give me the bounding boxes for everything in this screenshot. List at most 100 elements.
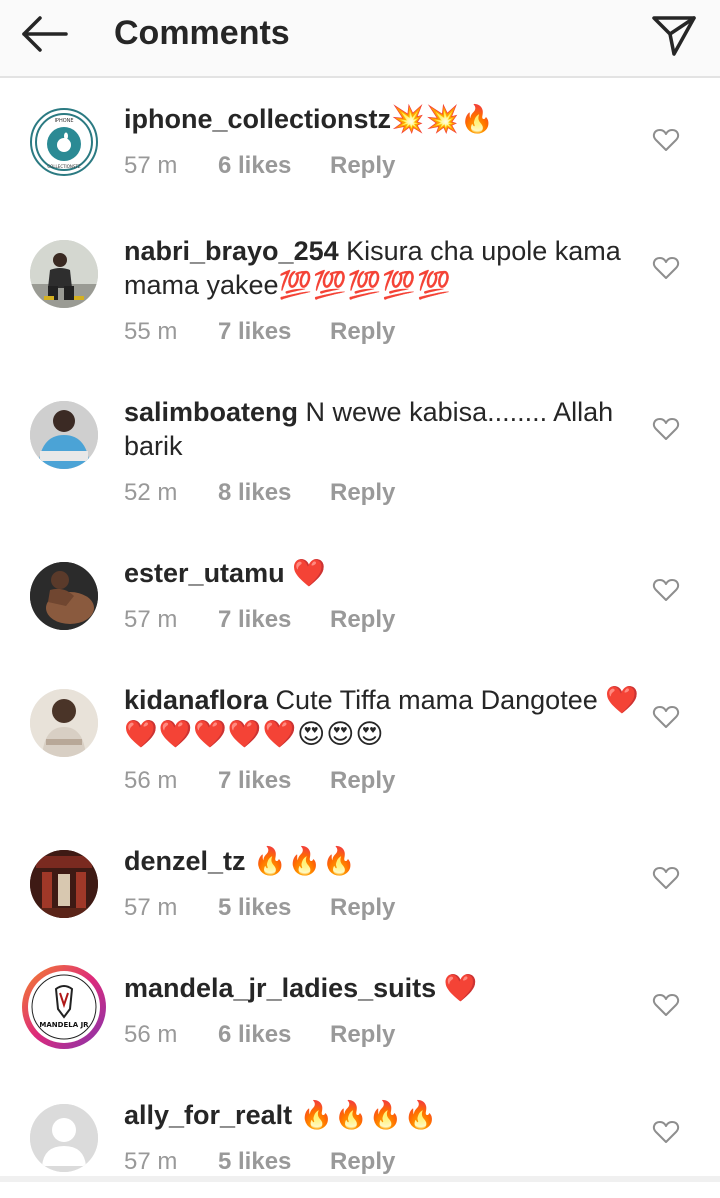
comment-username[interactable]: mandela_jr_ladies_suits: [124, 973, 436, 1003]
reply-button[interactable]: Reply: [330, 894, 395, 922]
comment-item: kidanaflora Cute Tiffa mama Dangotee ❤️❤…: [0, 661, 720, 822]
comment-username[interactable]: ester_utamu: [124, 558, 285, 588]
reply-button[interactable]: Reply: [330, 606, 395, 634]
comment-text: [285, 558, 293, 588]
heart-icon: [652, 706, 680, 728]
comment-content: denzel_tz 🔥🔥🔥 57 m 5 likes Reply: [124, 844, 644, 922]
heart-icon: [652, 129, 680, 151]
comment-likes[interactable]: 6 likes: [218, 1021, 330, 1049]
heart-icon: [652, 257, 680, 279]
like-button[interactable]: [652, 864, 680, 892]
comment-item: ester_utamu ❤️ 57 m 7 likes Reply: [0, 534, 720, 661]
comment-likes[interactable]: 6 likes: [218, 152, 330, 180]
comment-likes[interactable]: 5 likes: [218, 894, 330, 922]
comment-emoji: ❤️: [292, 558, 327, 588]
comment-content: salimboateng N wewe kabisa........ Allah…: [124, 395, 644, 507]
reply-button[interactable]: Reply: [330, 767, 395, 795]
comment-likes[interactable]: 5 likes: [218, 1148, 330, 1176]
reply-button[interactable]: Reply: [330, 152, 395, 180]
reply-button[interactable]: Reply: [330, 479, 395, 507]
comment-username[interactable]: ally_for_realt: [124, 1100, 292, 1130]
comment-username[interactable]: salimboateng: [124, 397, 298, 427]
comment-content: mandela_jr_ladies_suits ❤️ 56 m 6 likes …: [124, 971, 644, 1049]
share-button[interactable]: [648, 8, 700, 60]
like-button[interactable]: [652, 126, 680, 154]
comment-meta: 52 m 8 likes Reply: [124, 479, 644, 507]
comment-emoji: 🔥🔥🔥: [253, 846, 357, 876]
heart-icon: [652, 579, 680, 601]
comment-username[interactable]: iphone_collectionstz: [124, 104, 391, 134]
like-button[interactable]: [652, 703, 680, 731]
avatar[interactable]: IPHONE COLLECTIONSTZ: [30, 108, 98, 176]
comment-emoji: ❤️: [443, 973, 479, 1003]
comment-time: 57 m: [124, 1148, 178, 1175]
page-title: Comments: [114, 14, 290, 52]
comment-likes[interactable]: 7 likes: [218, 318, 330, 346]
user-placeholder-icon: [30, 1104, 98, 1172]
avatar[interactable]: [30, 401, 98, 469]
heart-icon: [652, 867, 680, 889]
comment-item: nabri_brayo_254 Kisura cha upole kama ma…: [0, 212, 720, 373]
comment-meta: 57 m 5 likes Reply: [124, 1148, 644, 1176]
comment-meta: 57 m 7 likes Reply: [124, 606, 644, 634]
svg-text:COLLECTIONSTZ: COLLECTIONSTZ: [47, 164, 80, 169]
comment-likes[interactable]: 7 likes: [218, 606, 330, 634]
arrow-left-icon: [22, 16, 68, 52]
comment-content: nabri_brayo_254 Kisura cha upole kama ma…: [124, 234, 644, 346]
bottom-divider: [0, 1176, 720, 1182]
comments-list: IPHONE COLLECTIONSTZ iphone_collectionst…: [0, 80, 720, 1198]
default-avatar[interactable]: [30, 1104, 98, 1172]
comment-meta: 56 m 7 likes Reply: [124, 767, 644, 795]
comment-item: salimboateng N wewe kabisa........ Allah…: [0, 373, 720, 534]
comment-meta: 57 m 5 likes Reply: [124, 894, 644, 922]
heart-icon: [652, 994, 680, 1016]
comment-item: denzel_tz 🔥🔥🔥 57 m 5 likes Reply: [0, 822, 720, 949]
back-button[interactable]: [18, 10, 74, 58]
app-header: Comments: [0, 0, 720, 78]
heart-icon: [652, 1121, 680, 1143]
comment-time: 57 m: [124, 894, 178, 921]
avatar-logo-text: MANDELA JR: [39, 1021, 89, 1029]
comment-content: kidanaflora Cute Tiffa mama Dangotee ❤️❤…: [124, 683, 644, 795]
comment-content: ally_for_realt 🔥🔥🔥🔥 57 m 5 likes Reply: [124, 1098, 644, 1176]
comment-content: ester_utamu ❤️ 57 m 7 likes Reply: [124, 556, 644, 634]
comment-likes[interactable]: 8 likes: [218, 479, 330, 507]
comment-emoji: 💯💯💯💯💯: [278, 270, 452, 300]
comment-likes[interactable]: 7 likes: [218, 767, 330, 795]
comment-content: iphone_collectionstz💥💥🔥 57 m 6 likes Rep…: [124, 102, 644, 180]
story-avatar[interactable]: MANDELA JR: [22, 965, 106, 1049]
comment-time: 52 m: [124, 479, 178, 506]
like-button[interactable]: [652, 576, 680, 604]
comment-text: [436, 973, 444, 1003]
like-button[interactable]: [652, 254, 680, 282]
comment-meta: 55 m 7 likes Reply: [124, 318, 644, 346]
comment-emoji: 🔥🔥🔥🔥: [299, 1100, 439, 1130]
comment-item: IPHONE COLLECTIONSTZ iphone_collectionst…: [0, 80, 720, 212]
comment-username[interactable]: kidanaflora: [124, 685, 268, 715]
comment-time: 56 m: [124, 1021, 178, 1048]
comment-time: 55 m: [124, 318, 178, 345]
comment-text: [246, 846, 254, 876]
comment-text: [292, 1100, 300, 1130]
comment-username[interactable]: denzel_tz: [124, 846, 246, 876]
comment-meta: 56 m 6 likes Reply: [124, 1021, 644, 1049]
comment-emoji: 💥💥🔥: [391, 104, 495, 134]
comment-meta: 57 m 6 likes Reply: [124, 152, 644, 180]
like-button[interactable]: [652, 415, 680, 443]
reply-button[interactable]: Reply: [330, 1021, 395, 1049]
reply-button[interactable]: Reply: [330, 318, 395, 346]
avatar[interactable]: [30, 562, 98, 630]
comment-item: MANDELA JR mandela_jr_ladies_suits ❤️ 56…: [0, 949, 720, 1076]
avatar[interactable]: [30, 689, 98, 757]
like-button[interactable]: [652, 991, 680, 1019]
like-button[interactable]: [652, 1118, 680, 1146]
comment-username[interactable]: nabri_brayo_254: [124, 236, 339, 266]
avatar[interactable]: [30, 240, 98, 308]
svg-text:IPHONE: IPHONE: [54, 118, 73, 124]
avatar[interactable]: [30, 850, 98, 918]
comment-time: 57 m: [124, 152, 178, 179]
heart-icon: [652, 418, 680, 440]
comment-time: 56 m: [124, 767, 178, 794]
reply-button[interactable]: Reply: [330, 1148, 395, 1176]
paper-plane-icon: [652, 16, 696, 56]
